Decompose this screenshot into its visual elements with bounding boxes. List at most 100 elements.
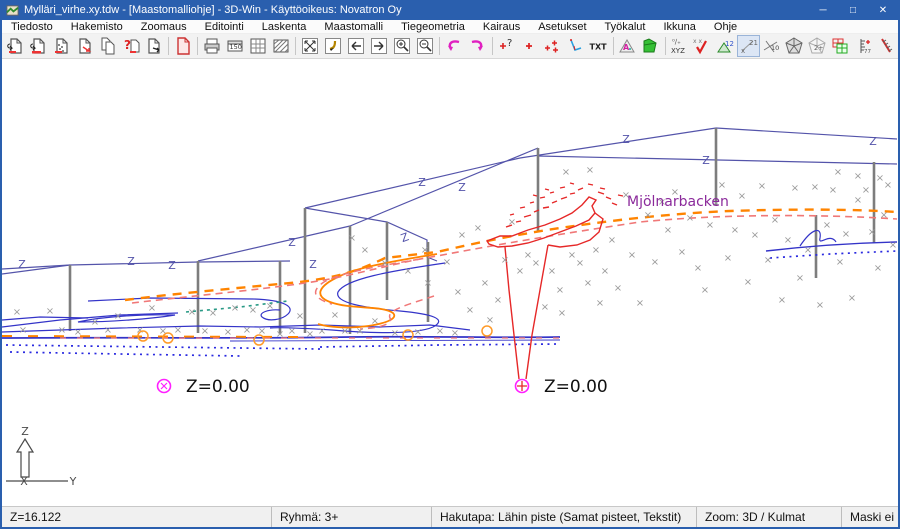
scatter-point-mark: ×: [74, 327, 82, 338]
zero-marker[interactable]: Z=0.00: [516, 377, 608, 397]
scatter-point-mark: ×: [804, 245, 812, 256]
menu-item-asetukset[interactable]: Asetukset: [529, 20, 595, 33]
slope-tool-button[interactable]: [875, 35, 898, 57]
copy-file-button[interactable]: [96, 35, 119, 57]
print-button[interactable]: [200, 35, 223, 57]
redo-button[interactable]: [466, 35, 489, 57]
menu-item-zoomaus[interactable]: Zoomaus: [132, 20, 196, 33]
axis-z-label: Z: [21, 425, 29, 438]
export-file-button[interactable]: [142, 35, 165, 57]
element-page-button[interactable]: [171, 35, 194, 57]
scatter-point-mark: ×: [854, 171, 862, 182]
point-code-button[interactable]: x21: [737, 35, 760, 57]
scatter-point-mark: ×: [481, 278, 489, 289]
open-file-button[interactable]: [4, 35, 27, 57]
annotations: Mjölnarbacken: [627, 194, 729, 210]
view-prev-button[interactable]: [344, 35, 367, 57]
menu-item-työkalut[interactable]: Työkalut: [596, 20, 655, 33]
menu-item-kairaus[interactable]: Kairaus: [474, 20, 529, 33]
triangle-model-button[interactable]: A: [616, 35, 639, 57]
zoom-all-button[interactable]: [298, 35, 321, 57]
scatter-point-mark: ×: [601, 266, 609, 277]
check-points-button[interactable]: x x: [691, 35, 714, 57]
scatter-point-mark: ×: [371, 316, 379, 327]
area-tool-button[interactable]: [639, 35, 662, 57]
menu-item-hakemisto[interactable]: Hakemisto: [62, 20, 132, 33]
scatter-point-mark: ×: [19, 325, 27, 336]
surface-model-button[interactable]: [783, 35, 806, 57]
undo-button[interactable]: [443, 35, 466, 57]
hatch-pattern-button[interactable]: [269, 35, 292, 57]
scatter-point-mark: ×: [306, 329, 314, 340]
pan-view-icon: [323, 36, 343, 56]
zero-marker-plus: [517, 381, 527, 391]
menu-item-ikkuna[interactable]: Ikkuna: [654, 20, 704, 33]
menu-item-ohje[interactable]: Ohje: [705, 20, 746, 33]
zoom-in-button[interactable]: [390, 35, 413, 57]
zoom-out-button[interactable]: [413, 35, 436, 57]
query-file-icon: ?: [121, 36, 141, 56]
txt-tool-button[interactable]: TXT: [587, 35, 610, 57]
surface-model-icon: [784, 36, 804, 56]
maximize-button[interactable]: □: [838, 0, 868, 20]
scatter-point-mark: ×: [829, 185, 837, 196]
query-file-button[interactable]: ?: [119, 35, 142, 57]
open-file-alt-button[interactable]: [27, 35, 50, 57]
xyz-transform-icon: ⁰∕₊XYZ: [669, 36, 689, 56]
save-grid-button[interactable]: [246, 35, 269, 57]
scatter-point-mark: ×: [331, 310, 339, 321]
point-list-button[interactable]: 150: [223, 35, 246, 57]
zoom-out-icon: [415, 36, 435, 56]
angle-tool-button[interactable]: [564, 35, 587, 57]
pan-view-button[interactable]: [321, 35, 344, 57]
add-point-button[interactable]: [518, 35, 541, 57]
view-next-button[interactable]: [367, 35, 390, 57]
red-scribble: [606, 197, 611, 199]
scatter-point-mark: ×: [424, 278, 432, 289]
drawing-canvas[interactable]: ××××××××××××××××××××××××××××××××××××××××…: [2, 60, 898, 506]
status-search-mode: Hakutapa: Lähin piste (Samat pisteet, Te…: [432, 507, 697, 527]
grid-model-button[interactable]: [829, 35, 852, 57]
xyz-transform-button[interactable]: ⁰∕₊XYZ: [668, 35, 691, 57]
triangle-calc-button[interactable]: 12: [714, 35, 737, 57]
menu-item-maastomalli[interactable]: Maastomalli: [315, 20, 392, 33]
scatter-point-mark: ×: [46, 306, 54, 317]
scatter-point-mark: ×: [854, 195, 862, 206]
scatter-point-mark: ×: [501, 255, 509, 266]
red-scribble: [598, 192, 604, 194]
scatter-point-mark: ×: [738, 191, 746, 202]
scatter-point-mark: ×: [816, 300, 824, 311]
red-scribble: [552, 201, 557, 203]
red-scribble: [578, 188, 583, 190]
scatter-point-mark: ×: [584, 278, 592, 289]
read-points-button[interactable]: [50, 35, 73, 57]
surface-model-alt-button[interactable]: 2+: [806, 35, 829, 57]
minimize-button[interactable]: ─: [808, 0, 838, 20]
copy-file-icon: [98, 36, 118, 56]
scatter-point-mark: ×: [811, 182, 819, 193]
add-points-button[interactable]: [541, 35, 564, 57]
menu-item-laskenta[interactable]: Laskenta: [253, 20, 316, 33]
save-file-button[interactable]: [73, 35, 96, 57]
profile-points-button[interactable]: 77: [852, 35, 875, 57]
zero-marker[interactable]: Z=0.00: [158, 377, 250, 397]
scatter-point-mark: ×: [718, 180, 726, 191]
orange-terrain-lines: [2, 210, 897, 337]
close-button[interactable]: ✕: [868, 0, 898, 20]
scatter-point-mark: ×: [548, 266, 556, 277]
svg-text:12: 12: [725, 40, 734, 48]
svg-text:TXT: TXT: [590, 43, 608, 52]
menu-item-tiegeometria[interactable]: Tiegeometria: [392, 20, 474, 33]
cross-section-button[interactable]: 10: [760, 35, 783, 57]
scatter-point-mark: ×: [188, 307, 196, 318]
scatter-point-mark: ×: [614, 283, 622, 294]
add-point-query-button[interactable]: ?: [495, 35, 518, 57]
scatter-point-mark: ×: [889, 240, 897, 251]
scatter-point-mark: ×: [348, 233, 356, 244]
scatter-point-mark: ×: [608, 235, 616, 246]
view-prev-icon: [346, 36, 366, 56]
menu-item-editointi[interactable]: Editointi: [196, 20, 253, 33]
red-scribble: [612, 203, 617, 205]
menu-item-tiedosto[interactable]: Tiedosto: [2, 20, 62, 33]
scatter-point-mark: ×: [686, 213, 694, 224]
